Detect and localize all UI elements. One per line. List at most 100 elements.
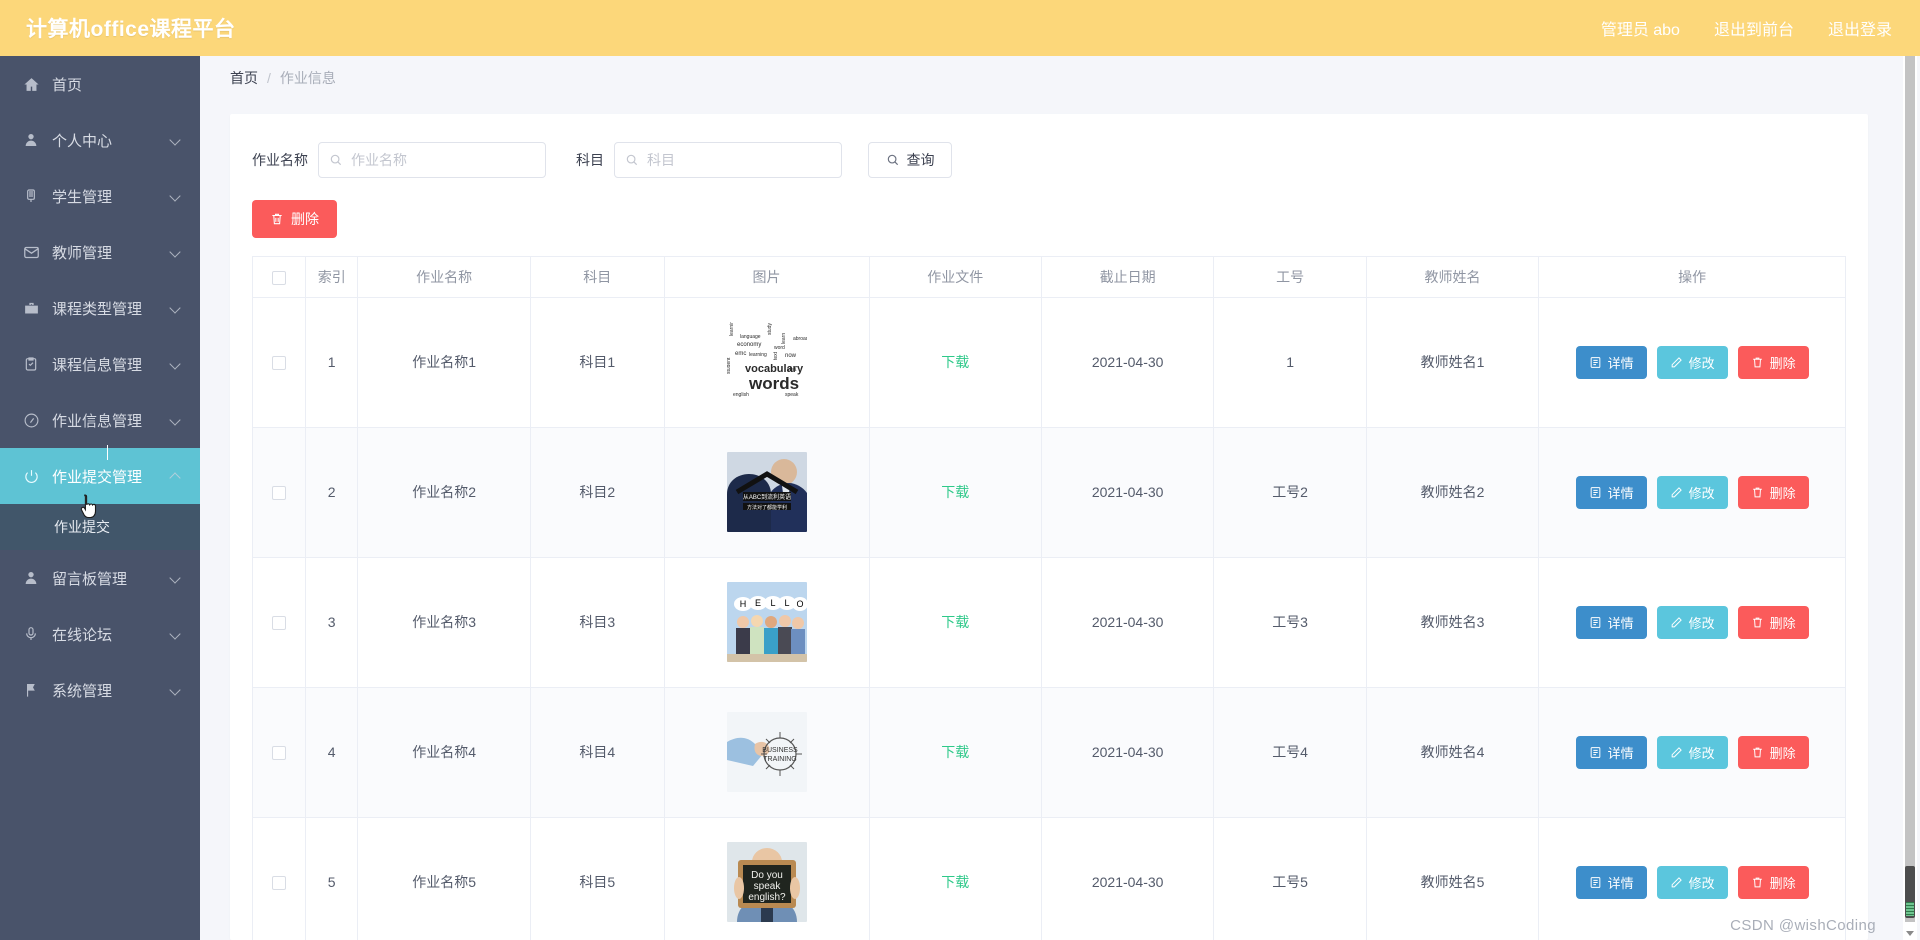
user-icon xyxy=(22,131,40,149)
cell-subject: 科目4 xyxy=(530,687,665,818)
student-desk-abc-english-thumbnail[interactable]: 从ABC到流利英语 方法对了都能学利 xyxy=(726,452,807,532)
download-link[interactable]: 下载 xyxy=(941,744,969,760)
svg-text:text: text xyxy=(773,351,779,360)
row-checkbox[interactable] xyxy=(271,876,286,891)
sidebar-item-course-info-mgmt[interactable]: 课程信息管理 xyxy=(0,336,200,392)
sidebar-label: 课程类型管理 xyxy=(52,300,143,318)
sidebar-label: 作业提交管理 xyxy=(52,468,143,486)
sidebar-item-home[interactable]: 首页 xyxy=(0,56,200,112)
edit-button[interactable]: 修改 xyxy=(1656,605,1728,639)
cell-employee-no: 1 xyxy=(1213,297,1367,428)
chevron-down-icon xyxy=(170,302,182,314)
delete-button-label: 删除 xyxy=(1769,615,1796,631)
download-link[interactable]: 下载 xyxy=(941,354,969,370)
row-checkbox[interactable] xyxy=(271,616,286,631)
edit-button[interactable]: 修改 xyxy=(1656,865,1728,899)
detail-button[interactable]: 详情 xyxy=(1575,345,1647,379)
cell-index: 5 xyxy=(305,817,359,940)
edit-button[interactable]: 修改 xyxy=(1656,345,1728,379)
query-button[interactable]: 查询 xyxy=(868,142,952,178)
sidebar-item-course-type-mgmt[interactable]: 课程类型管理 xyxy=(0,280,200,336)
scroll-down-arrow-icon[interactable] xyxy=(1906,931,1914,936)
edit-button[interactable]: 修改 xyxy=(1656,735,1728,769)
search-form: 作业名称 作业名称 科目 科目 查询 xyxy=(252,136,1846,178)
detail-button-label: 详情 xyxy=(1607,745,1634,761)
trash-icon xyxy=(1751,486,1764,499)
sidebar-item-personal-center[interactable]: 个人中心 xyxy=(0,112,200,168)
hello-cartoon-people-thumbnail[interactable]: H E L L O xyxy=(726,582,807,662)
cell-file: 下载 xyxy=(869,297,1042,428)
sidebar-item-system-mgmt[interactable]: 系统管理 xyxy=(0,662,200,718)
delete-button[interactable]: 删除 xyxy=(1737,345,1809,379)
chevron-up-icon xyxy=(170,470,182,482)
chevron-down-icon xyxy=(170,628,182,640)
cell-employee-no: 工号5 xyxy=(1213,817,1367,940)
select-all-checkbox[interactable] xyxy=(271,270,286,285)
detail-button[interactable]: 详情 xyxy=(1575,735,1647,769)
back-to-front-link[interactable]: 退出到前台 xyxy=(1714,16,1794,40)
sidebar-item-teacher-mgmt[interactable]: 教师管理 xyxy=(0,224,200,280)
logout-link[interactable]: 退出登录 xyxy=(1828,16,1892,40)
table-row: 4 作业名称4 科目4 BUSINESS TRAINING 下载 2021-04… xyxy=(253,687,1845,818)
cell-image: 从ABC到流利英语 方法对了都能学利 xyxy=(664,427,870,558)
page-scrollbar[interactable] xyxy=(1903,56,1917,940)
detail-button-label: 详情 xyxy=(1607,485,1634,501)
delete-button[interactable]: 删除 xyxy=(1737,735,1809,769)
admin-user-link[interactable]: 管理员 abo xyxy=(1601,16,1680,40)
scrollbar-track[interactable] xyxy=(1905,56,1915,922)
detail-button[interactable]: 详情 xyxy=(1575,605,1647,639)
home-icon xyxy=(22,75,40,93)
scrollbar-thumb[interactable] xyxy=(1905,866,1915,918)
detail-button[interactable]: 详情 xyxy=(1575,865,1647,899)
pencil-icon xyxy=(1670,876,1683,889)
compass-icon xyxy=(22,411,40,429)
top-header: 计算机office课程平台 管理员 abo 退出到前台 退出登录 xyxy=(0,0,1920,56)
business-training-sun-thumbnail[interactable]: BUSINESS TRAINING xyxy=(726,712,807,792)
download-link[interactable]: 下载 xyxy=(941,484,969,500)
sidebar-item-student-mgmt[interactable]: 学生管理 xyxy=(0,168,200,224)
delete-button[interactable]: 删除 xyxy=(1737,865,1809,899)
table-header-row: 索引 作业名称 科目 图片 作业文件 截止日期 工号 教师姓名 操作 xyxy=(253,257,1845,298)
row-checkbox[interactable] xyxy=(271,486,286,501)
edit-button[interactable]: 修改 xyxy=(1656,475,1728,509)
detail-button-label: 详情 xyxy=(1607,615,1634,631)
delete-button[interactable]: 删除 xyxy=(1737,605,1809,639)
homework-name-input[interactable]: 作业名称 xyxy=(318,142,546,178)
wordcloud-vocabulary-words-thumbnail[interactable]: learning language study economy word lea… xyxy=(726,322,807,402)
cell-employee-no: 工号3 xyxy=(1213,557,1367,688)
chevron-down-icon xyxy=(170,414,182,426)
bulk-delete-button[interactable]: 删除 xyxy=(252,200,337,238)
cell-teacher: 教师姓名2 xyxy=(1366,427,1540,558)
cell-name: 作业名称2 xyxy=(357,427,531,558)
breadcrumb-home[interactable]: 首页 xyxy=(230,68,258,88)
download-link[interactable]: 下载 xyxy=(941,614,969,630)
delete-button-label: 删除 xyxy=(1769,745,1796,761)
col-operations: 操作 xyxy=(1538,257,1845,298)
download-link[interactable]: 下载 xyxy=(941,874,969,890)
svg-text:learning: learning xyxy=(749,352,767,358)
breadcrumb: 首页 / 作业信息 xyxy=(200,56,1920,100)
detail-button[interactable]: 详情 xyxy=(1575,475,1647,509)
row-checkbox[interactable] xyxy=(271,356,286,371)
cell-subject: 科目3 xyxy=(530,557,665,688)
cell-name: 作业名称3 xyxy=(357,557,531,688)
sidebar-subitem-homework-submit[interactable]: 作业提交 xyxy=(0,504,200,550)
homework-name-placeholder: 作业名称 xyxy=(351,152,407,168)
row-actions: 详情 修改 删除 xyxy=(1539,605,1845,639)
content-panel: 作业名称 作业名称 科目 科目 查询 删除 索引 作业名称 科目 图片 作业文件… xyxy=(230,114,1868,940)
svg-text:economy: economy xyxy=(737,342,761,348)
row-checkbox[interactable] xyxy=(271,746,286,761)
svg-text:L: L xyxy=(770,598,775,608)
sidebar-item-homework-submit-mgmt[interactable]: 作业提交管理 xyxy=(0,448,200,504)
text-caret xyxy=(107,445,108,460)
app-root: 计算机office课程平台 管理员 abo 退出到前台 退出登录 首页 个人中心 xyxy=(0,0,1920,940)
sidebar-item-homework-info-mgmt[interactable]: 作业信息管理 xyxy=(0,392,200,448)
do-you-speak-english-blackboard-thumbnail[interactable]: Do you speak english? xyxy=(726,842,807,922)
delete-button[interactable]: 删除 xyxy=(1737,475,1809,509)
sidebar-item-online-forum[interactable]: 在线论坛 xyxy=(0,606,200,662)
sidebar-item-message-board-mgmt[interactable]: 留言板管理 xyxy=(0,550,200,606)
subject-input[interactable]: 科目 xyxy=(614,142,842,178)
row-select-cell xyxy=(253,557,306,688)
chevron-down-icon xyxy=(170,190,182,202)
svg-text:O: O xyxy=(796,599,803,609)
